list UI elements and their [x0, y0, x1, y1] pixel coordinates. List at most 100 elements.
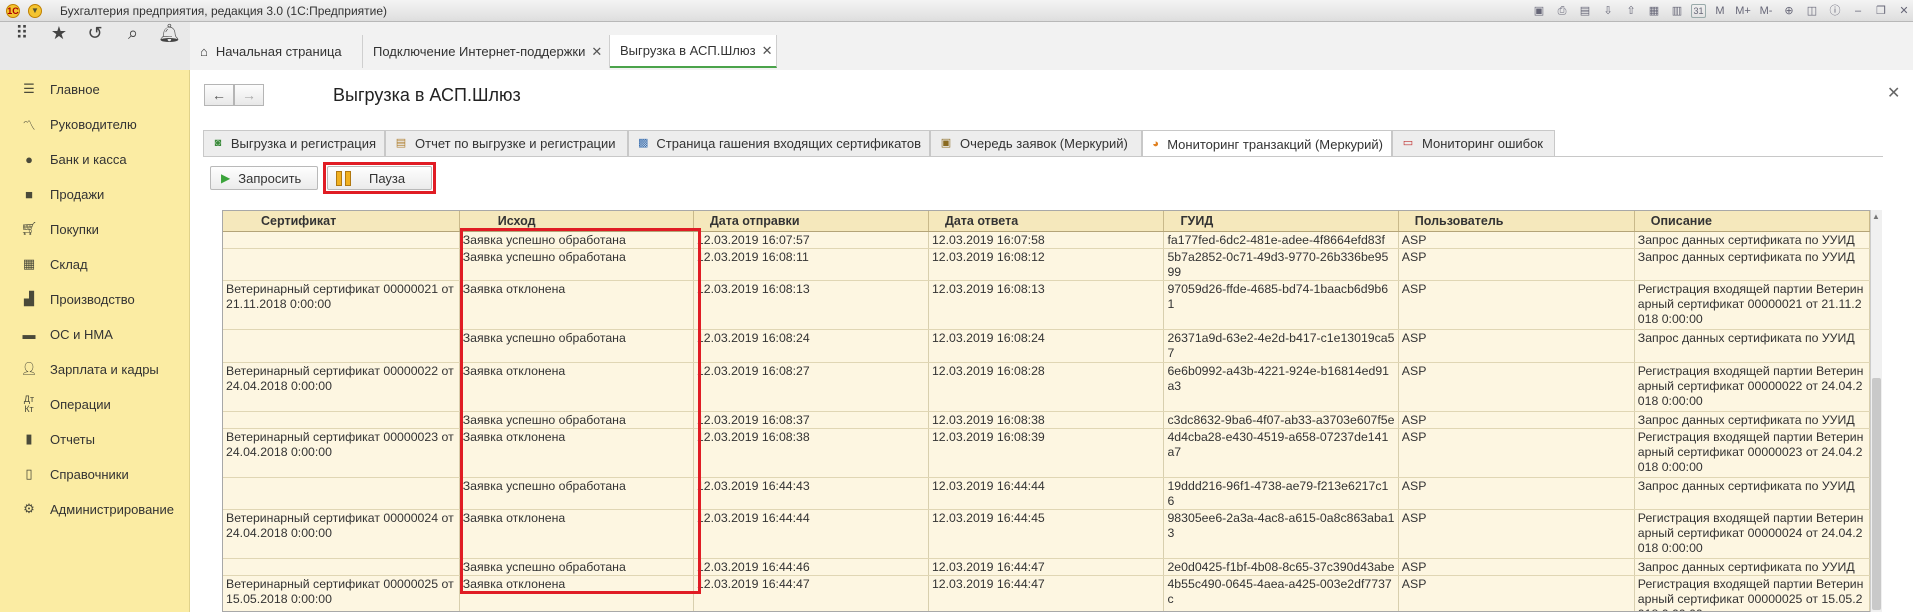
cell-answered: 12.03.2019 16:08:38: [928, 411, 1165, 429]
sidebar-item-purchases[interactable]: 🛒︎ Покупки: [0, 215, 190, 243]
sidebar-item-warehouse[interactable]: ▦ Склад: [0, 250, 190, 278]
upload-icon[interactable]: ⇧: [1622, 3, 1640, 19]
sidebar-item-label: Склад: [50, 256, 88, 272]
sidebar-item-salary[interactable]: 👤︎ Зарплата и кадры: [0, 355, 190, 383]
sidebar-item-operations[interactable]: Дт Кт Операции: [0, 390, 190, 418]
bar-chart-icon: ▮: [25, 431, 33, 446]
restore-icon[interactable]: ❐: [1872, 3, 1890, 19]
calculator-icon[interactable]: 31: [1691, 4, 1706, 18]
sidebar-item-label: Продажи: [50, 186, 105, 202]
person-icon: 👤︎: [20, 361, 38, 376]
cell-guid: fa177fed-6dc2-481e-adee-4f8664efd83f: [1163, 231, 1399, 249]
window-title: Бухгалтерия предприятия, редакция 3.0 (1…: [60, 4, 388, 18]
cell-certificate: [223, 558, 460, 576]
sidebar-item-bank[interactable]: ● Банк и касса: [0, 145, 190, 173]
tab-label: Мониторинг ошибок: [1422, 136, 1543, 151]
cell-description: Регистрация входящей партии Ветеринарный…: [1634, 280, 1870, 330]
request-button-label: Запросить: [238, 170, 302, 186]
pie-chart-icon: ◕: [1152, 137, 1159, 150]
layout-icon[interactable]: ◫: [1803, 3, 1821, 19]
sidebar-item-label: Зарплата и кадры: [50, 361, 159, 377]
certificate-icon: ▩: [638, 137, 649, 149]
sidebar-item-reports[interactable]: ▮ Отчеты: [0, 425, 190, 453]
form-title: Выгрузка в АСП.Шлюз: [333, 85, 521, 105]
sidebar-item-production[interactable]: ▟ Производство: [0, 285, 190, 313]
request-button[interactable]: ▶ Запросить: [210, 166, 318, 190]
grid-boxes-icon: ▦: [22, 256, 36, 271]
cell-answered: 12.03.2019 16:44:47: [928, 558, 1165, 576]
cell-description: Запрос данных сертификата по УУИД: [1634, 231, 1870, 249]
favorites-star-icon[interactable]: ★: [48, 22, 70, 44]
tab-export-report[interactable]: ▤ Отчет по выгрузке и регистрации: [385, 130, 628, 156]
print-icon[interactable]: ⎙: [1553, 3, 1571, 19]
book-icon: ▯: [25, 466, 33, 481]
cell-answered: 12.03.2019 16:08:24: [928, 329, 1165, 363]
main-menu-dropdown-icon[interactable]: ▼: [28, 4, 42, 18]
cell-description: Запрос данных сертификата по УУИД: [1634, 248, 1870, 281]
cell-guid: 5b7a2852-0c71-49d3-9770-26b336be9599: [1163, 248, 1399, 281]
notifications-bell-icon[interactable]: 🔔︎: [158, 22, 181, 44]
shopping-bag-icon: ■: [25, 186, 33, 202]
zoom-icon[interactable]: ⊕: [1780, 3, 1798, 19]
sidebar-item-main[interactable]: ☰ Главное: [0, 75, 190, 103]
scrollbar-thumb[interactable]: [1872, 378, 1881, 610]
close-window-icon[interactable]: ✕: [1895, 3, 1913, 19]
home-icon: ⌂: [200, 44, 208, 59]
trend-chart-icon: 〽: [22, 117, 36, 133]
info-icon[interactable]: ⓘ: [1826, 3, 1844, 19]
tab-error-monitoring[interactable]: ▭ Мониторинг ошибок: [1392, 130, 1555, 156]
factory-icon: ▟: [24, 291, 34, 306]
app-logo-icon: 1С: [6, 4, 20, 18]
close-tab-icon[interactable]: ✕: [591, 44, 602, 60]
sidebar-item-sales[interactable]: ■ Продажи: [0, 180, 190, 208]
sidebar-item-label: ОС и НМА: [50, 326, 113, 342]
sidebar-item-administration[interactable]: ⚙ Администрирование: [0, 495, 190, 523]
sidebar-item-fixed-assets[interactable]: ▬ ОС и НМА: [0, 320, 190, 348]
cell-sent: 12.03.2019 16:08:11: [693, 248, 929, 281]
cell-description: Регистрация входящей партии Ветеринарный…: [1634, 575, 1870, 611]
sidebar-item-catalogs[interactable]: ▯ Справочники: [0, 460, 190, 488]
search-icon[interactable]: ⌕: [122, 22, 144, 44]
arrow-right-icon: →: [242, 87, 256, 103]
tab-transaction-monitoring[interactable]: ◕ Мониторинг транзакций (Меркурий): [1142, 130, 1392, 157]
preview-icon[interactable]: ▤: [1576, 3, 1594, 19]
tab-label: Выгрузка в АСП.Шлюз: [620, 43, 756, 58]
sidebar-item-manager[interactable]: 〽 Руководителю: [0, 110, 190, 138]
table-vertical-scrollbar[interactable]: ▲: [1870, 210, 1882, 612]
save-icon[interactable]: ▣: [1530, 3, 1548, 19]
tab-certificate-redemption[interactable]: ▩ Страница гашения входящих сертификатов: [628, 130, 930, 156]
memory-minus-icon[interactable]: M-: [1757, 3, 1775, 19]
column-header-sent-date[interactable]: Дата отправки: [693, 211, 929, 232]
tab-label: Очередь заявок (Меркурий): [960, 136, 1128, 151]
tab-asp-export[interactable]: Выгрузка в АСП.Шлюз ✕: [610, 35, 777, 68]
forward-button[interactable]: →: [234, 84, 264, 106]
cell-answered: 12.03.2019 16:08:12: [928, 248, 1165, 281]
tab-export-registration[interactable]: ◙ Выгрузка и регистрация: [203, 130, 385, 156]
table-icon[interactable]: ▦: [1645, 3, 1663, 19]
memory-m-icon[interactable]: M: [1711, 3, 1729, 19]
monitor-icon: ▭: [1402, 137, 1414, 149]
back-button[interactable]: ←: [204, 84, 234, 106]
tab-home[interactable]: ⌂ Начальная страница: [190, 35, 363, 68]
scroll-up-icon[interactable]: ▲: [1872, 212, 1880, 221]
history-icon[interactable]: ↺: [84, 22, 106, 44]
column-header-certificate[interactable]: Сертификат: [223, 211, 460, 232]
cell-guid: c3dc8632-9ba6-4f07-ab33-a3703e607f5e: [1163, 411, 1399, 429]
tab-request-queue[interactable]: ▣ Очередь заявок (Меркурий): [930, 130, 1142, 156]
cell-certificate: [223, 477, 460, 510]
close-form-icon[interactable]: ✕: [1887, 83, 1900, 103]
memory-plus-icon[interactable]: M+: [1734, 3, 1752, 19]
column-header-answer-date[interactable]: Дата ответа: [928, 211, 1165, 232]
download-icon[interactable]: ⇩: [1599, 3, 1617, 19]
minimize-icon[interactable]: –: [1849, 3, 1867, 19]
close-tab-icon[interactable]: ✕: [762, 43, 773, 59]
calendar-icon[interactable]: ▥: [1668, 3, 1686, 19]
sidebar-item-label: Операции: [50, 396, 111, 412]
column-header-guid[interactable]: ГУИД: [1163, 211, 1399, 232]
apps-grid-icon[interactable]: ⠿: [11, 22, 33, 44]
column-header-user[interactable]: Пользователь: [1398, 211, 1635, 232]
column-header-description[interactable]: Описание: [1634, 211, 1870, 232]
cell-user: ASP: [1398, 509, 1635, 559]
tab-internet-support[interactable]: Подключение Интернет-поддержки ✕: [363, 35, 610, 68]
cell-answered: 12.03.2019 16:08:39: [928, 428, 1165, 478]
